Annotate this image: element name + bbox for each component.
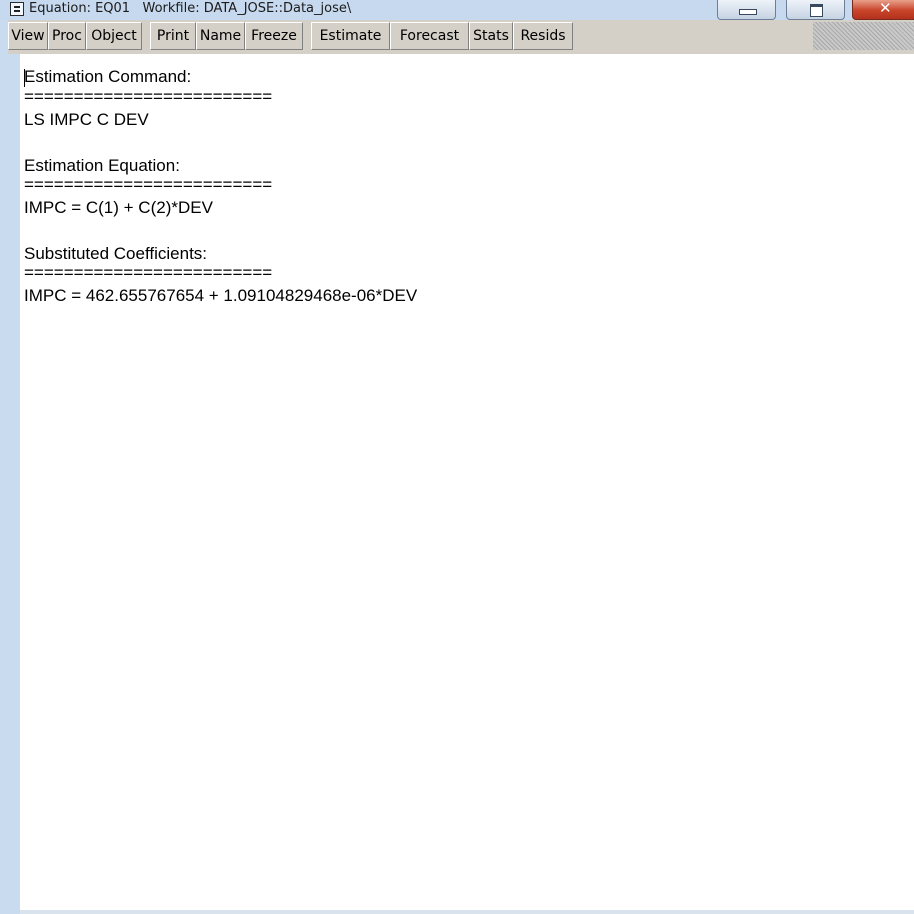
equation-toolbar: View Proc Object Print Name Freeze Estim… [8,20,914,54]
toolbar-empty-area [813,22,914,50]
window-title: Equation: EQ01 Workfile: DATA_JOSE::Data… [29,1,352,16]
equation-text-view[interactable]: Estimation Command: ====================… [20,54,914,914]
resids-button[interactable]: Resids [513,22,573,50]
separator-line: ========================= [24,263,273,282]
estimation-command-text: LS IMPC C DEV [24,110,149,129]
print-button[interactable]: Print [150,22,196,50]
separator-line: ========================= [24,175,273,194]
maximize-icon [810,4,823,17]
title-bar[interactable]: Equation: EQ01 Workfile: DATA_JOSE::Data… [0,0,914,20]
view-button[interactable]: View [8,22,48,50]
close-button[interactable]: ✕ [852,0,914,20]
content-bottom-edge [20,910,914,914]
estimation-equation-text: IMPC = C(1) + C(2)*DEV [24,198,213,217]
eviews-equation-icon[interactable] [10,2,24,16]
separator-line: ========================= [24,87,273,106]
substituted-coefficients-text: IMPC = 462.655767654 + 1.09104829468e-06… [24,286,418,305]
close-icon: ✕ [879,0,892,17]
stats-button[interactable]: Stats [469,22,513,50]
maximize-button[interactable] [786,0,845,20]
minimize-icon [739,9,757,15]
equation-window: Equation: EQ01 Workfile: DATA_JOSE::Data… [0,0,914,914]
estimate-button[interactable]: Estimate [311,22,390,50]
freeze-button[interactable]: Freeze [245,22,303,50]
object-button[interactable]: Object [86,22,142,50]
forecast-button[interactable]: Forecast [390,22,469,50]
proc-button[interactable]: Proc [48,22,86,50]
name-button[interactable]: Name [196,22,245,50]
minimize-button[interactable] [717,0,776,20]
